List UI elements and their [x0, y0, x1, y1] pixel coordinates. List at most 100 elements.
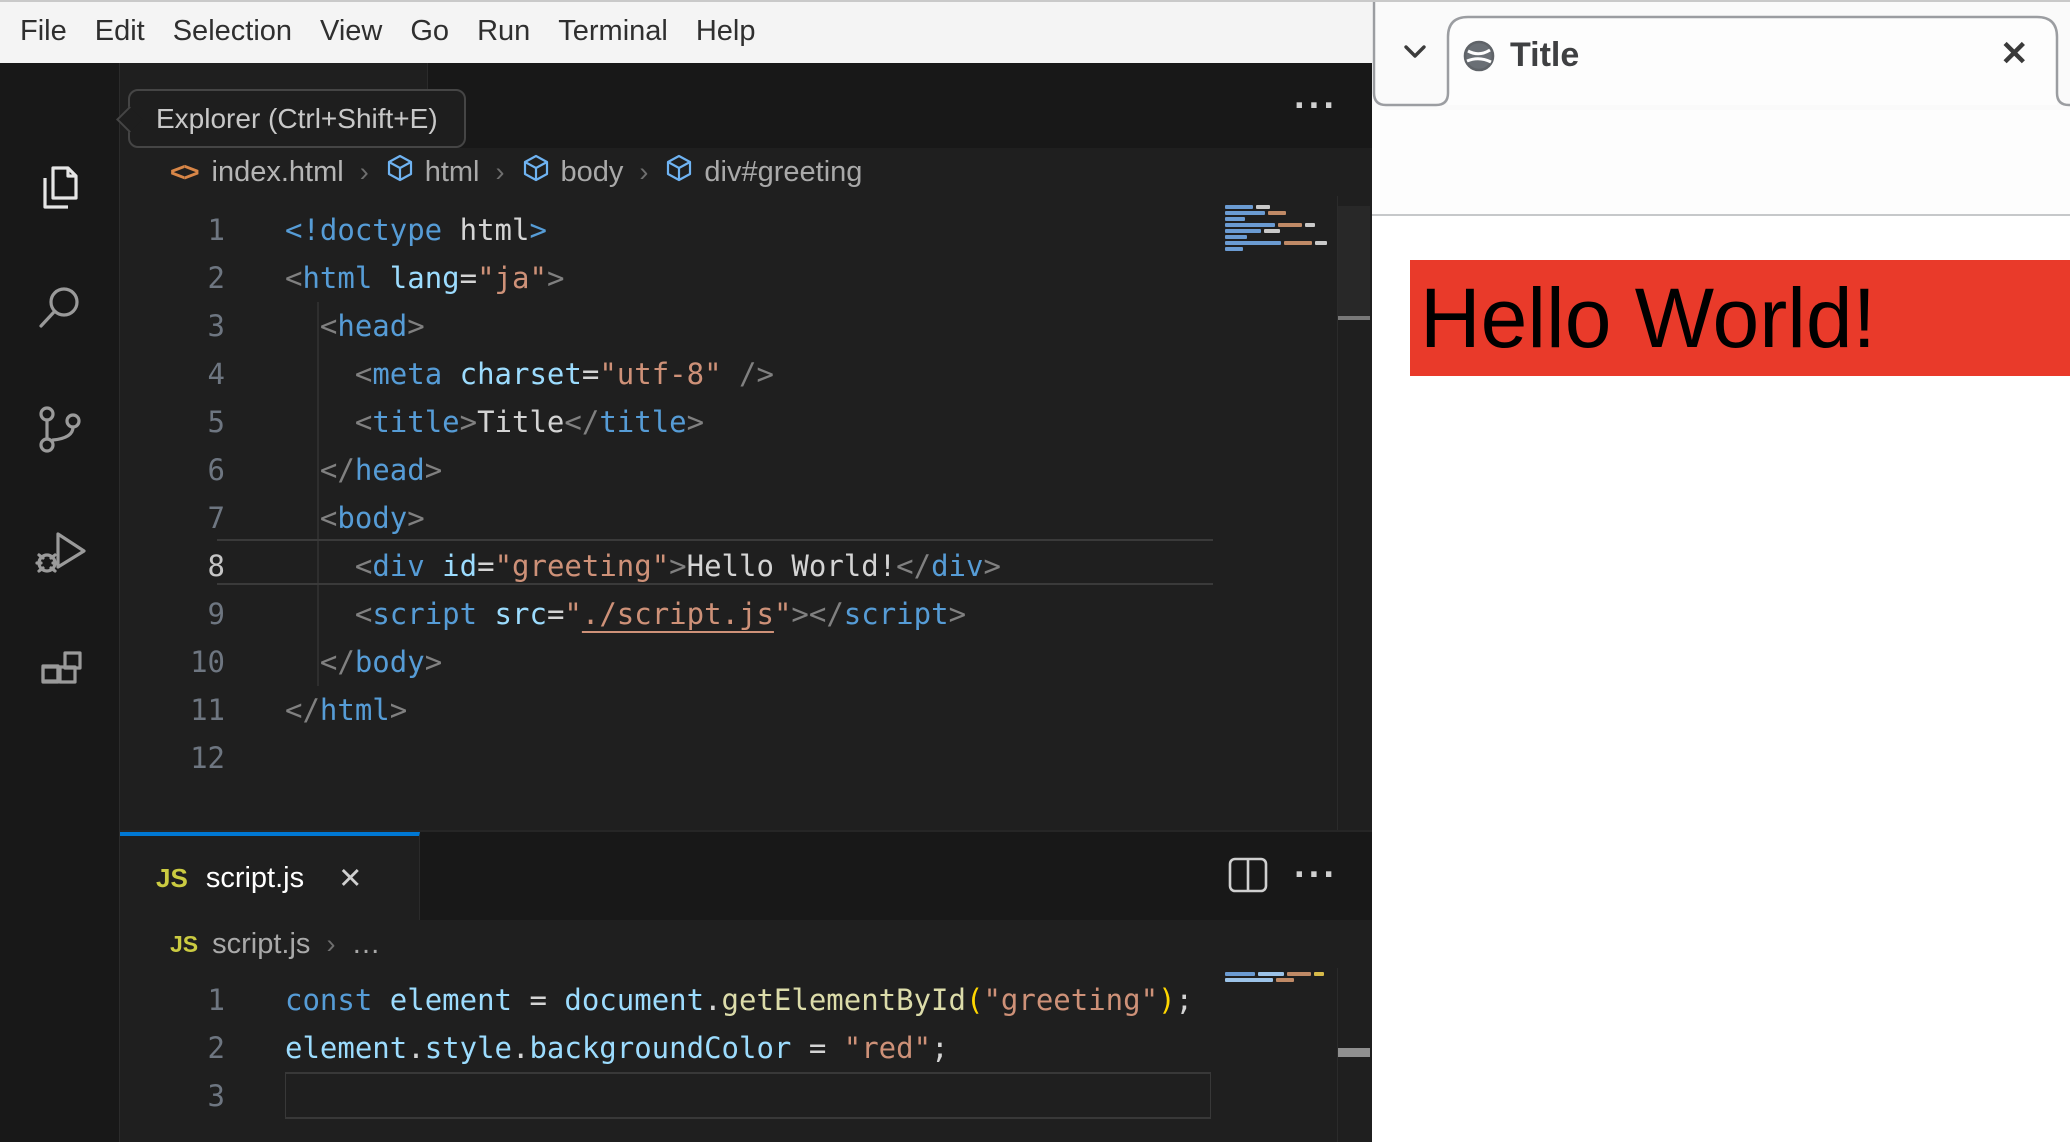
code-text: <!doctype html> — [285, 213, 547, 247]
line-number: 8 — [207, 549, 225, 583]
source-control-icon[interactable] — [30, 400, 90, 460]
greeting-div: Hello World! — [1410, 260, 2070, 376]
minimap-row — [1225, 217, 1335, 221]
breadcrumb-segment[interactable]: html — [385, 153, 480, 191]
more-actions-icon[interactable]: ··· — [1294, 87, 1338, 125]
browser-content: Hello World! — [1372, 216, 2070, 1142]
menu-bar: File Edit Selection View Go Run Terminal Help — [0, 0, 1372, 63]
code-text: <meta charset="utf-8" /> — [354, 357, 774, 391]
browser-toolbar: ファイル /home/u — [1372, 110, 2070, 304]
code-line-5[interactable]: 5 <title>Title</title> — [120, 398, 1372, 446]
html-file-icon: <> — [170, 156, 200, 187]
vscode-window: File Edit Selection View Go Run Terminal Help — [0, 0, 1372, 1142]
breadcrumb-more[interactable]: … — [351, 928, 380, 961]
menu-item-go[interactable]: Go — [396, 15, 463, 48]
symbol-cube-icon — [521, 153, 551, 191]
minimap-row — [1225, 247, 1335, 251]
code-line-12[interactable]: 12 — [120, 734, 1372, 782]
code-editor-html[interactable]: 1 <!doctype html> 2 <html lang="ja"> 3 <head… — [120, 206, 1372, 782]
breadcrumb: <> index.html › html › body › div#greeting — [120, 148, 1372, 196]
breadcrumb-separator: › — [359, 156, 369, 187]
line-number: 6 — [207, 453, 225, 487]
search-icon[interactable] — [30, 278, 90, 338]
breadcrumb-separator: › — [326, 928, 336, 959]
tab-search-chevron-icon[interactable] — [1396, 32, 1434, 70]
code-text: <title>Title</title> — [354, 405, 705, 439]
breadcrumb-segment[interactable]: div#greeting — [664, 153, 862, 191]
explorer-icon[interactable] — [30, 158, 90, 218]
minimap[interactable] — [1225, 205, 1335, 253]
minimap[interactable] — [1225, 972, 1335, 984]
minimap-row — [1225, 211, 1335, 215]
explorer-tooltip: Explorer (Ctrl+Shift+E) — [116, 89, 466, 148]
tooltip-text: Explorer (Ctrl+Shift+E) — [156, 102, 438, 134]
menu-item-edit[interactable]: Edit — [81, 15, 159, 48]
code-line-11[interactable]: 11 </html> — [120, 686, 1372, 734]
code-line-9[interactable]: 9 <script src="./script.js"></script> — [120, 590, 1372, 638]
current-line-highlight — [285, 1072, 1211, 1119]
code-line-4[interactable]: 4 <meta charset="utf-8" /> — [120, 350, 1372, 398]
code-line-1[interactable]: 1 <!doctype html> — [120, 206, 1372, 254]
code-text: </html> — [285, 693, 408, 727]
code-line-7[interactable]: 7 <body> — [120, 494, 1372, 542]
minimap-row — [1225, 205, 1335, 209]
code-line-2[interactable]: 2 element.style.backgroundColor = "red"; — [120, 1024, 1372, 1072]
breadcrumb-file[interactable]: index.html — [212, 156, 344, 189]
js-file-icon: JS — [170, 930, 199, 957]
code-line-10[interactable]: 10 </body> — [120, 638, 1372, 686]
line-number: 4 — [207, 357, 225, 391]
breadcrumb-segment[interactable]: body — [521, 153, 623, 191]
line-number: 2 — [207, 261, 225, 295]
minimap-row — [1225, 229, 1335, 233]
more-actions-icon[interactable]: ··· — [1294, 856, 1338, 894]
menu-item-terminal[interactable]: Terminal — [544, 15, 682, 48]
js-file-icon: JS — [156, 862, 188, 893]
menu-item-file[interactable]: File — [6, 15, 81, 48]
close-icon[interactable]: ✕ — [338, 861, 362, 896]
run-and-debug-icon[interactable] — [30, 522, 90, 582]
line-number: 12 — [190, 741, 225, 775]
code-text: const element = document.getElementById(… — [285, 983, 1193, 1017]
menu-item-selection[interactable]: Selection — [159, 15, 306, 48]
current-line-highlight — [217, 539, 1213, 585]
greeting-text: Hello World! — [1420, 271, 1876, 365]
breadcrumb-file[interactable]: script.js — [212, 928, 310, 961]
close-icon[interactable]: ✕ — [2000, 34, 2029, 74]
code-text: element.style.backgroundColor = "red"; — [285, 1031, 949, 1065]
scrollbar-slider[interactable] — [1338, 206, 1370, 320]
line-number: 2 — [207, 1031, 225, 1065]
symbol-cube-icon — [385, 153, 415, 191]
line-number: 5 — [207, 405, 225, 439]
code-text: </body> — [319, 645, 443, 679]
code-line-2[interactable]: 2 <html lang="ja"> — [120, 254, 1372, 302]
code-line-1[interactable]: 1 const element = document.getElementById… — [120, 976, 1372, 1024]
minimap-row — [1225, 235, 1335, 239]
code-line-6[interactable]: 6 </head> — [120, 446, 1372, 494]
code-text: </head> — [319, 453, 443, 487]
split-editor-icon[interactable] — [1228, 857, 1268, 893]
code-text: <head> — [319, 309, 425, 343]
code-text: <script src="./script.js"></script> — [354, 597, 967, 631]
line-number: 1 — [207, 213, 225, 247]
breadcrumb: JS script.js › … — [120, 920, 1372, 968]
line-number: 9 — [207, 597, 225, 631]
minimap-row — [1225, 978, 1335, 982]
browser-window: Title ✕ Hello World! — [1372, 0, 2070, 1142]
line-number: 10 — [190, 645, 225, 679]
extensions-icon[interactable] — [30, 641, 90, 701]
line-number: 3 — [207, 1079, 225, 1113]
menu-item-help[interactable]: Help — [682, 15, 770, 48]
code-line-3[interactable]: 3 <head> — [120, 302, 1372, 350]
editor-tab-script-js[interactable]: JS script.js ✕ — [120, 832, 420, 920]
menu-item-run[interactable]: Run — [463, 15, 544, 48]
menu-item-view[interactable]: View — [306, 15, 396, 48]
scrollbar-slider[interactable] — [1338, 1048, 1370, 1057]
minimap-row — [1225, 241, 1335, 245]
line-number: 1 — [207, 983, 225, 1017]
browser-tab-strip: Title ✕ — [1372, 0, 2070, 110]
tab-label: script.js — [205, 861, 305, 894]
browser-tab-title[interactable]: Title — [1510, 36, 1579, 75]
line-number: 7 — [207, 501, 225, 535]
symbol-cube-icon — [664, 153, 694, 191]
screen: File Edit Selection View Go Run Terminal Help — [0, 0, 2070, 1142]
